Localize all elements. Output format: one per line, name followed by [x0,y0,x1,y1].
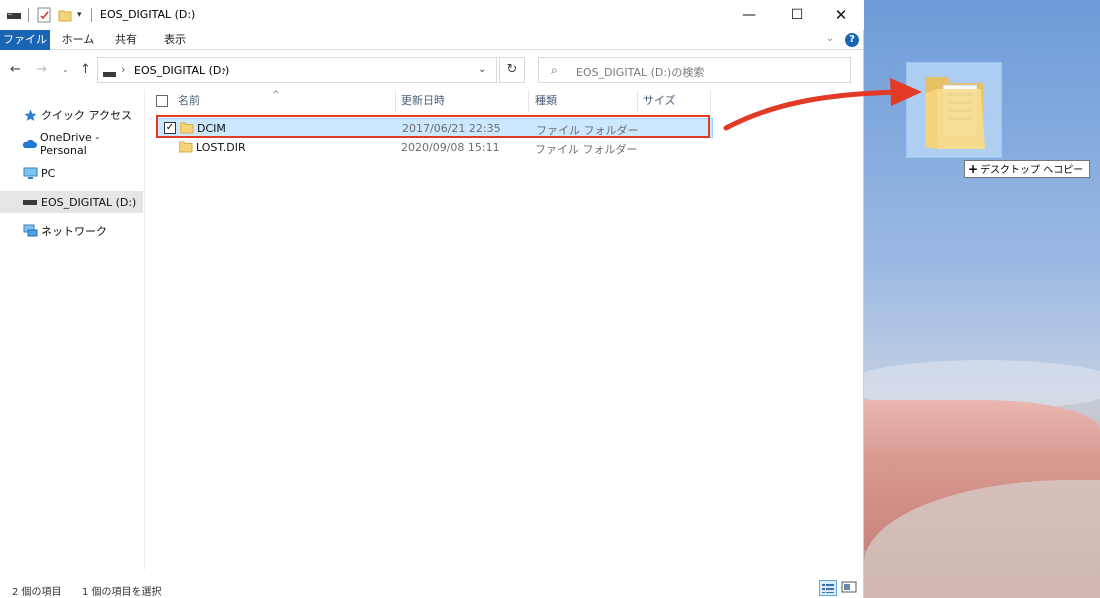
breadcrumb-chevron-icon[interactable]: › [121,63,125,76]
column-header-type[interactable]: 種類 [531,90,638,112]
folder-icon [179,122,194,137]
breadcrumb-chevron-icon[interactable]: › [222,63,226,76]
navigation-pane: クイック アクセス OneDrive - Personal PC EOS_DIG… [0,90,145,570]
up-button[interactable]: ↑ [80,62,91,77]
divider [91,8,92,22]
sidebar-item-pc[interactable]: PC [0,162,143,184]
file-type: ファイル フォルダー [536,124,639,137]
tab-share[interactable]: 共有 [112,30,140,50]
title-bar: ▾ EOS_DIGITAL (D:) — ☐ ✕ [0,0,864,30]
sidebar-item-eos-digital[interactable]: EOS_DIGITAL (D:) [0,191,143,213]
drive-icon[interactable] [7,6,21,24]
sidebar-item-label: ネットワーク [41,225,107,238]
tab-view[interactable]: 表示 [160,30,190,50]
cloud-icon [22,139,38,149]
status-bar: 2 個の項目 1 個の項目を選択 [0,578,864,598]
file-name: DCIM [197,122,226,135]
desktop-background: + デスクトップ へコピー [864,0,1100,598]
file-row-lost-dir[interactable]: LOST.DIR 2020/09/08 15:11 ファイル フォルダー [157,138,713,158]
file-date: 2017/06/21 22:35 [402,122,501,135]
star-icon [22,109,38,122]
sidebar-item-onedrive[interactable]: OneDrive - Personal [0,131,143,157]
refresh-button[interactable]: ↻ [499,57,525,83]
sidebar-item-network[interactable]: ネットワーク [0,220,143,242]
details-view-icon[interactable] [819,580,837,596]
row-checkbox-checked[interactable]: ✓ [164,122,176,134]
dragged-folder-icon[interactable] [906,62,1002,158]
forward-button[interactable]: → [36,62,47,77]
search-placeholder: EOS_DIGITAL (D:)の検索 [576,66,705,79]
back-button[interactable]: ← [10,62,21,77]
address-history-chevron-icon[interactable]: ⌄ [478,64,486,75]
copy-tooltip-text: デスクトップ へコピー [980,165,1084,176]
large-icons-view-icon[interactable] [841,580,859,596]
ribbon-tabs: ファイル ホーム 共有 表示 ⌄ ? [0,30,864,50]
file-name: LOST.DIR [196,141,246,154]
select-all-checkbox[interactable] [156,95,168,107]
copy-to-desktop-tooltip: + デスクトップ へコピー [964,160,1091,178]
sidebar-item-label: EOS_DIGITAL (D:) [41,195,137,209]
sidebar-item-label: クイック アクセス [41,109,132,122]
search-input[interactable]: ⌕ EOS_DIGITAL (D:)の検索 [538,57,851,83]
column-header-name[interactable]: 名前 [174,90,396,112]
properties-icon[interactable] [37,6,51,24]
sidebar-item-label: PC [41,166,56,180]
column-header-size[interactable]: サイズ [639,90,711,112]
minimize-button[interactable]: — [726,0,772,30]
window-title: EOS_DIGITAL (D:) [100,8,196,21]
tab-file[interactable]: ファイル [0,30,50,50]
pc-icon [22,167,38,180]
drive-icon [103,68,116,81]
close-button[interactable]: ✕ [818,0,864,30]
sidebar-item-label: OneDrive - Personal [40,131,100,157]
recent-locations-chevron-icon[interactable]: ⌄ [62,65,69,74]
selected-count: 1 個の項目を選択 [82,587,162,598]
file-explorer-window: ▾ EOS_DIGITAL (D:) — ☐ ✕ ファイル ホーム 共有 表示 … [0,0,864,598]
plus-icon: + [968,162,979,176]
sidebar-item-quick-access[interactable]: クイック アクセス [0,104,143,126]
file-row-dcim[interactable]: ✓ DCIM 2017/06/21 22:35 ファイル フォルダー [157,118,713,138]
maximize-button[interactable]: ☐ [774,0,820,30]
file-list: ^ 名前 更新日時 種類 サイズ ✓ DCIM 2017/06/21 22:35… [146,90,864,570]
customize-toolbar-chevron-icon[interactable]: ▾ [77,6,82,24]
navigation-bar: ← → ⌄ ↑ › EOS_DIGITAL (D:) › ⌄ ↻ ⌕ EOS_D… [0,50,864,90]
expand-ribbon-chevron-icon[interactable]: ⌄ [826,33,834,44]
tab-home[interactable]: ホーム [60,30,96,50]
file-date: 2020/09/08 15:11 [401,141,500,154]
address-bar[interactable]: › EOS_DIGITAL (D:) › ⌄ [97,57,497,83]
column-header-row: 名前 更新日時 種類 サイズ [146,90,712,112]
network-icon [22,224,38,238]
help-icon[interactable]: ? [845,33,859,47]
drive-icon [22,198,38,206]
file-type: ファイル フォルダー [535,143,638,156]
item-count: 2 個の項目 [12,587,62,598]
column-header-date-modified[interactable]: 更新日時 [397,90,529,112]
search-icon: ⌕ [551,63,558,77]
breadcrumb-drive[interactable]: EOS_DIGITAL (D:) [134,64,229,77]
divider [28,8,29,22]
new-folder-icon[interactable] [58,6,72,24]
folder-icon [178,141,193,156]
